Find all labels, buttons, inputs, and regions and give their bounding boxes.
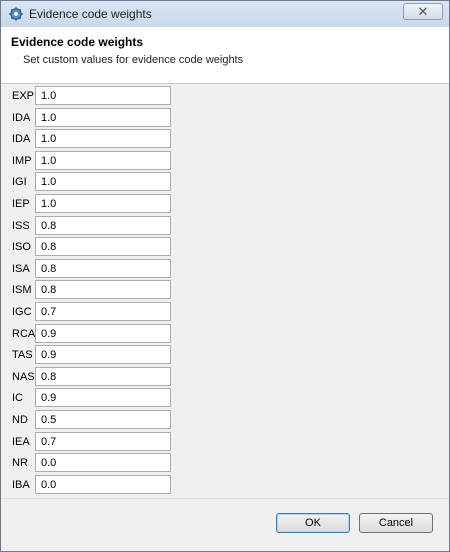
- weight-field[interactable]: [35, 302, 171, 321]
- weight-field[interactable]: [35, 194, 171, 213]
- weight-field[interactable]: [35, 367, 171, 386]
- weight-field[interactable]: [35, 237, 171, 256]
- window-title: Evidence code weights: [29, 7, 152, 21]
- weight-field[interactable]: [35, 129, 171, 148]
- weight-row: ISS: [1, 216, 449, 238]
- weight-field[interactable]: [35, 259, 171, 278]
- weight-row: IGC: [1, 302, 449, 324]
- evidence-code-label: ND: [12, 414, 28, 426]
- weight-row: IC: [1, 388, 449, 410]
- header-subtitle: Set custom values for evidence code weig…: [23, 54, 244, 66]
- evidence-code-label: IDA: [12, 133, 31, 145]
- weight-field[interactable]: [35, 86, 171, 105]
- weight-row: IEP: [1, 194, 449, 216]
- weight-row: RCA: [1, 324, 449, 346]
- weight-row: NAS: [1, 367, 449, 389]
- evidence-code-label: IBA: [12, 479, 30, 491]
- evidence-code-label: ISA: [12, 263, 30, 275]
- evidence-code-label: IEP: [12, 198, 30, 210]
- weight-field[interactable]: [35, 388, 171, 407]
- weight-row: ISA: [1, 259, 449, 281]
- evidence-code-label: IEA: [12, 436, 30, 448]
- weight-field[interactable]: [35, 280, 171, 299]
- evidence-code-label: NR: [12, 457, 28, 469]
- close-button[interactable]: ✕: [403, 3, 443, 20]
- weight-row: ND: [1, 410, 449, 432]
- evidence-code-label: IGI: [12, 176, 27, 188]
- close-icon: ✕: [417, 3, 429, 19]
- weight-field[interactable]: [35, 475, 171, 494]
- ok-button[interactable]: OK: [276, 513, 350, 533]
- footer-divider: [1, 498, 449, 499]
- evidence-code-label: TAS: [12, 349, 33, 361]
- evidence-code-label: EXP: [12, 90, 35, 102]
- evidence-code-label: IC: [12, 392, 23, 404]
- weight-field[interactable]: [35, 410, 171, 429]
- dialog-window: Evidence code weights ✕ Evidence code we…: [0, 0, 450, 552]
- evidence-code-label: ISO: [12, 241, 31, 253]
- evidence-code-label: ISS: [12, 220, 30, 232]
- weight-row: IGI: [1, 172, 449, 194]
- weight-field[interactable]: [35, 432, 171, 451]
- weight-row: IEA: [1, 432, 449, 454]
- weight-row: IMP: [1, 151, 449, 173]
- evidence-code-label: RCA: [12, 328, 36, 340]
- evidence-code-label: NAS: [12, 371, 35, 383]
- weight-row: EXP: [1, 86, 449, 108]
- weight-field[interactable]: [35, 453, 171, 472]
- weight-row: IDA: [1, 129, 449, 151]
- weight-row: TAS: [1, 345, 449, 367]
- evidence-code-label: IDA: [12, 112, 31, 124]
- evidence-code-label: ISM: [12, 284, 32, 296]
- title-bar[interactable]: Evidence code weights ✕: [1, 1, 449, 27]
- evidence-code-label: IMP: [12, 155, 32, 167]
- gear-icon: [9, 7, 23, 21]
- weight-row: IDA: [1, 108, 449, 130]
- weight-row: ISM: [1, 280, 449, 302]
- weight-field[interactable]: [35, 151, 171, 170]
- weight-row: IBA: [1, 475, 449, 497]
- weight-field[interactable]: [35, 324, 171, 343]
- weight-row: NR: [1, 453, 449, 475]
- weight-field[interactable]: [35, 172, 171, 191]
- cancel-button[interactable]: Cancel: [359, 513, 433, 533]
- weight-row: ISO: [1, 237, 449, 259]
- weight-field[interactable]: [35, 345, 171, 364]
- weight-field[interactable]: [35, 216, 171, 235]
- weight-field[interactable]: [35, 108, 171, 127]
- dialog-header: Evidence code weights Set custom values …: [1, 27, 449, 84]
- header-title: Evidence code weights: [11, 35, 144, 49]
- evidence-code-label: IGC: [12, 306, 32, 318]
